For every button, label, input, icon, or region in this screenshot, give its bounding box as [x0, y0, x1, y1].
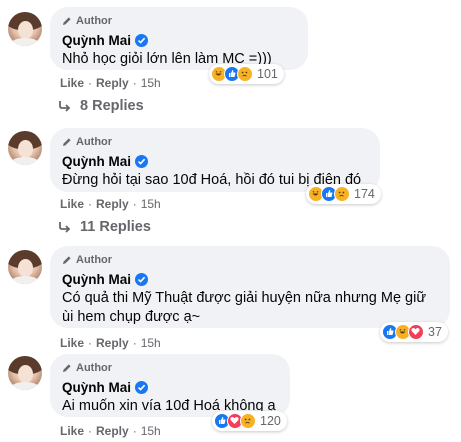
comment-actions: Like · Reply · 15h [60, 424, 161, 438]
like-link[interactable]: Like [60, 76, 84, 90]
reaction-count: 37 [428, 325, 442, 339]
comment-text-line: ùi hem chụp được ạ~ [62, 309, 201, 325]
reply-arrow-icon [59, 101, 71, 112]
pencil-icon [63, 17, 71, 25]
verified-badge-icon [135, 33, 149, 47]
timestamp[interactable]: 15h [141, 424, 161, 438]
author-badge: Author [62, 361, 278, 375]
comment-actions: Like · Reply · 15h [60, 76, 161, 90]
commenter-name[interactable]: Quỳnh Mai [62, 33, 131, 48]
commenter-name[interactable]: Quỳnh Mai [62, 380, 131, 395]
commenter-name[interactable]: Quỳnh Mai [62, 154, 131, 169]
reply-link[interactable]: Reply [96, 76, 129, 90]
reaction-count: 101 [257, 67, 278, 81]
reply-link[interactable]: Reply [96, 424, 129, 438]
comment-actions: Like · Reply · 15h [60, 197, 161, 211]
avatar[interactable] [8, 131, 42, 165]
view-replies-button[interactable]: 8 Replies [58, 98, 144, 114]
comment-bubble: Author Quỳnh Mai Đừng hỏi tại sao 10đ Ho… [50, 128, 380, 192]
view-replies-button[interactable]: 11 Replies [58, 219, 151, 235]
commenter-name[interactable]: Quỳnh Mai [62, 272, 131, 287]
avatar[interactable] [8, 12, 42, 46]
pencil-icon [63, 364, 71, 372]
timestamp[interactable]: 15h [141, 76, 161, 90]
timestamp[interactable]: 15h [141, 336, 161, 350]
author-badge: Author [62, 14, 296, 28]
timestamp[interactable]: 15h [141, 197, 161, 211]
reaction-summary[interactable]: 120 [212, 411, 287, 431]
reply-link[interactable]: Reply [96, 336, 129, 350]
author-badge: Author [62, 253, 438, 267]
like-link[interactable]: Like [60, 424, 84, 438]
like-link[interactable]: Like [60, 197, 84, 211]
reaction-summary[interactable]: 174 [306, 184, 381, 204]
comment-text: Có quả thi Mỹ Thuật được giải huyện nữa … [62, 289, 438, 327]
avatar[interactable] [8, 250, 42, 284]
pencil-icon [63, 138, 71, 146]
reaction-summary[interactable]: 101 [209, 64, 284, 84]
love-reaction-icon [408, 324, 424, 340]
sad-reaction-icon [334, 186, 350, 202]
reaction-count: 174 [354, 187, 375, 201]
verified-badge-icon [135, 272, 149, 286]
sad-reaction-icon [240, 413, 256, 429]
verified-badge-icon [135, 154, 149, 168]
like-link[interactable]: Like [60, 336, 84, 350]
avatar[interactable] [8, 356, 42, 390]
sad-reaction-icon [237, 66, 253, 82]
reaction-summary[interactable]: 37 [380, 322, 448, 342]
comment-bubble: Author Quỳnh Mai Có quả thi Mỹ Thuật đượ… [50, 246, 450, 328]
reply-arrow-icon [59, 222, 71, 233]
pencil-icon [63, 256, 71, 264]
comment-actions: Like · Reply · 15h [60, 336, 161, 350]
reply-link[interactable]: Reply [96, 197, 129, 211]
verified-badge-icon [135, 380, 149, 394]
reaction-count: 120 [260, 414, 281, 428]
comment-bubble: Author Quỳnh Mai Ai muốn xin vía 10đ Hoá… [50, 354, 290, 417]
comment-bubble: Author Quỳnh Mai Nhỏ học giỏi lớn lên là… [50, 7, 308, 70]
author-badge: Author [62, 135, 368, 149]
comment-text-line: Có quả thi Mỹ Thuật được giải huyện nữa … [62, 290, 427, 306]
